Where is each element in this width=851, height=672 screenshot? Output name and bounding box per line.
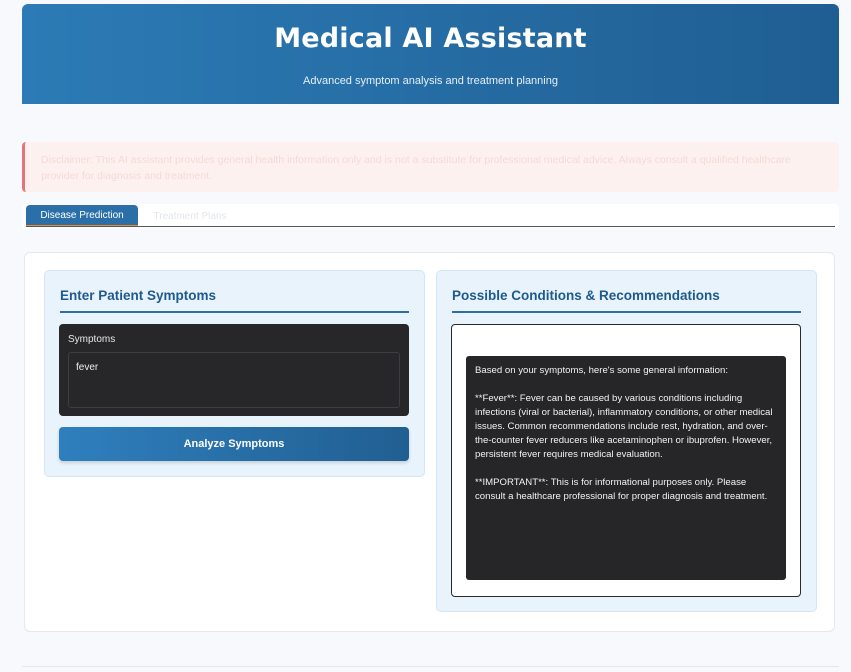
disclaimer-text: Disclaimer: This AI assistant provides g… (41, 154, 791, 182)
tab-disease-prediction[interactable]: Disease Prediction (26, 205, 138, 227)
app-title: Medical AI Assistant (274, 23, 587, 54)
results-output: Based on your symptoms, here's some gene… (466, 356, 786, 580)
results-card-divider (452, 311, 801, 313)
results-card-title: Possible Conditions & Recommendations (452, 288, 720, 303)
result-important-note: **IMPORTANT**: This is for informational… (475, 477, 768, 502)
app-header: Medical AI Assistant Advanced symptom an… (22, 4, 839, 104)
tab-divider (26, 226, 835, 227)
symptoms-card-title: Enter Patient Symptoms (60, 288, 217, 303)
symptoms-input[interactable]: fever (68, 352, 400, 408)
symptoms-field-container: Symptoms fever (59, 324, 409, 416)
result-fever-info: **Fever**: Fever can be caused by variou… (475, 393, 773, 460)
app-subtitle: Advanced symptom analysis and treatment … (303, 75, 558, 87)
result-intro: Based on your symptoms, here's some gene… (475, 365, 728, 376)
symptoms-label: Symptoms (68, 334, 116, 345)
footer-divider (22, 666, 839, 667)
analyze-symptoms-button[interactable]: Analyze Symptoms (59, 427, 409, 461)
disclaimer-alert: Disclaimer: This AI assistant provides g… (22, 142, 839, 192)
symptoms-card-divider (60, 311, 409, 313)
tab-bar: Disease Prediction Treatment Plans (22, 204, 839, 228)
tab-treatment-plans[interactable]: Treatment Plans (140, 205, 240, 227)
